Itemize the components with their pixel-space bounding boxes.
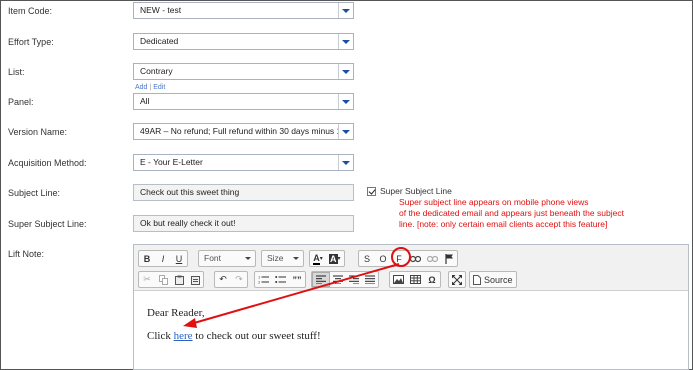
annotation-arrow [183,263,400,328]
